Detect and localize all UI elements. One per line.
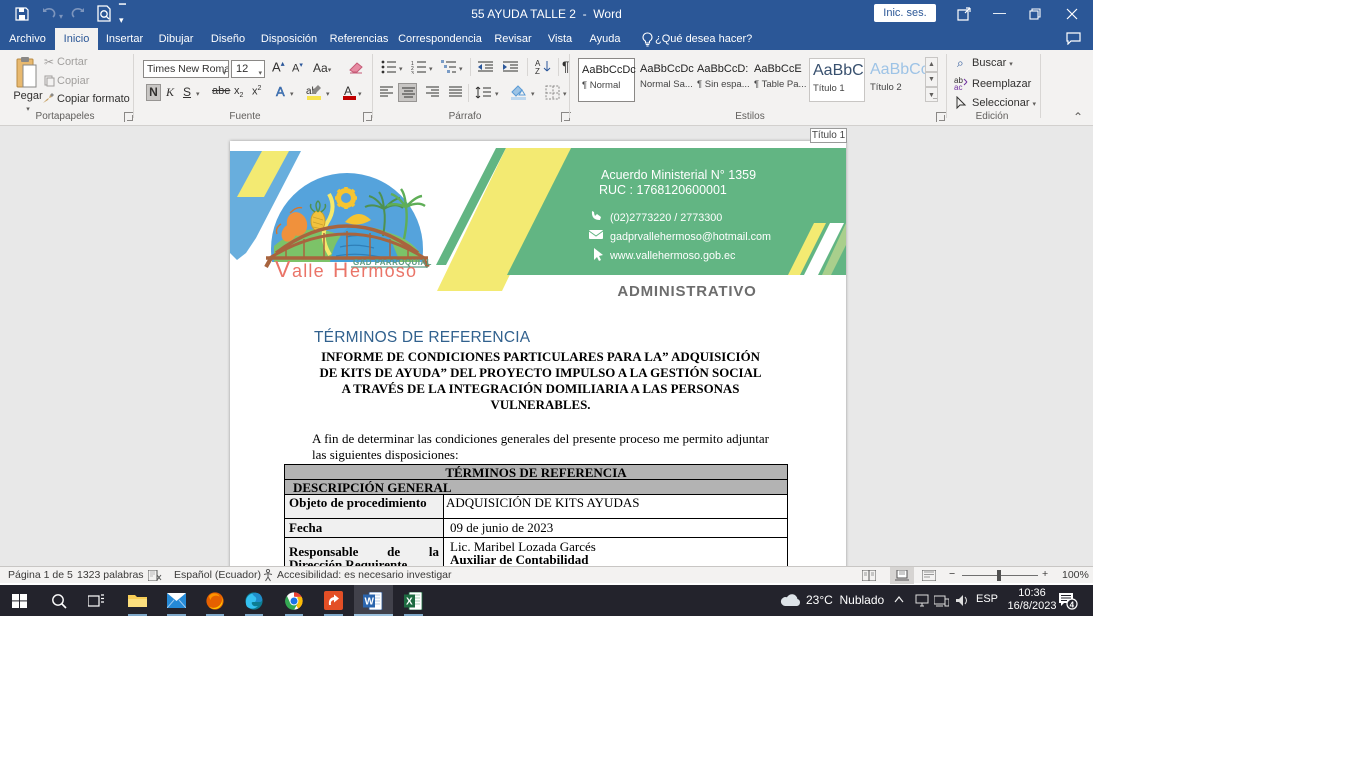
svg-text:3: 3: [411, 71, 414, 74]
svg-text:RUC : 1768120600001: RUC : 1768120600001: [599, 183, 727, 197]
svg-text:4: 4: [1070, 601, 1075, 610]
svg-text:X: X: [406, 597, 413, 608]
svg-text:H: H: [333, 259, 348, 282]
svg-text:V: V: [275, 256, 291, 282]
svg-text:www.vallehermoso.gob.ec: www.vallehermoso.gob.ec: [609, 250, 736, 262]
svg-text:A: A: [344, 84, 352, 98]
svg-text:W: W: [365, 597, 375, 608]
svg-text:Acuerdo Ministerial N° 1359: Acuerdo Ministerial N° 1359: [601, 168, 756, 182]
svg-text:alle: alle: [292, 261, 325, 281]
svg-text:gadprvallehermoso@hotmail.com: gadprvallehermoso@hotmail.com: [610, 231, 771, 243]
svg-text:ermoso: ermoso: [350, 261, 417, 281]
svg-text:(02)2773220 / 2773300: (02)2773220 / 2773300: [610, 212, 722, 224]
svg-text:ac: ac: [954, 83, 962, 90]
svg-text:Z: Z: [535, 67, 540, 75]
